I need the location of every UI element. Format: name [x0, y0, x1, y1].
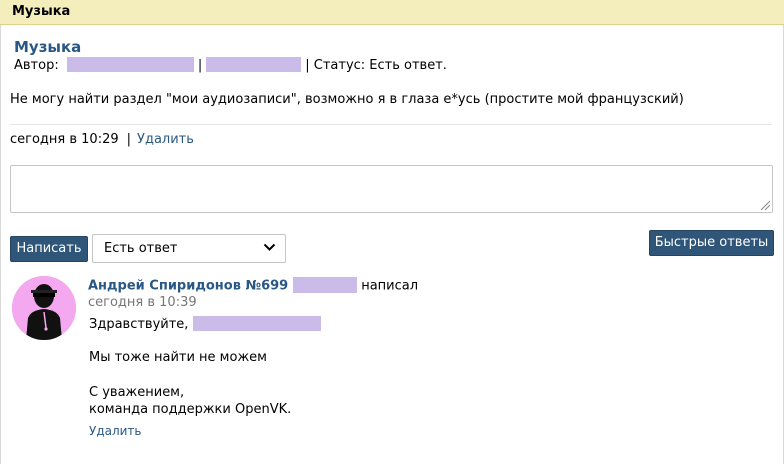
- topic-divider: [10, 124, 772, 125]
- reply-textarea[interactable]: [10, 165, 773, 213]
- answer-text-line-3: команда поддержки OpenVK.: [89, 402, 292, 417]
- submit-reply-button[interactable]: Написать: [10, 236, 88, 262]
- page-header: Музыка: [0, 0, 784, 25]
- redacted-author-id: [206, 57, 302, 72]
- answer-text-line-1: Мы тоже найти не можем: [89, 350, 267, 365]
- redacted-author-name: [66, 57, 194, 72]
- redacted-agent-tag: [293, 277, 358, 293]
- header-title: Музыка: [12, 4, 71, 19]
- delete-topic-link[interactable]: Удалить: [137, 132, 194, 147]
- meta-separator: |: [197, 58, 203, 73]
- answer-author-row: Андрей Спиридонов №699 написал: [88, 277, 419, 294]
- resize-grip-icon[interactable]: [759, 199, 771, 211]
- answer-greeting: Здравствуйте,: [89, 317, 189, 332]
- answer-greeting-row: Здравствуйте,: [89, 316, 322, 332]
- status-select-value: Есть ответ: [104, 241, 178, 256]
- topic-time-row: сегодня в 10:29 | Удалить: [10, 132, 194, 147]
- topic-time: сегодня в 10:29: [10, 132, 119, 147]
- agent-avatar-icon[interactable]: [12, 276, 76, 340]
- answer-wrote-label: написал: [361, 278, 419, 294]
- topic-title: Музыка: [14, 38, 82, 56]
- quick-answers-button[interactable]: Быстрые ответы: [649, 230, 774, 256]
- status-select[interactable]: Есть ответ: [92, 234, 286, 263]
- topic-body: Не могу найти раздел "мои аудиозаписи", …: [10, 92, 684, 107]
- author-label: Автор:: [14, 58, 59, 73]
- ticket-page: Музыка Музыка Автор: | | Статус: Есть отв…: [0, 0, 784, 464]
- redacted-recipient-name: [193, 316, 322, 331]
- delete-answer-link[interactable]: Удалить: [89, 424, 142, 438]
- avatar-figure-icon: [12, 276, 76, 340]
- topic-meta: Автор: | | Статус: Есть ответ.: [14, 57, 447, 73]
- answer-text-line-2: С уважением,: [89, 385, 185, 400]
- status-label: | Статус: Есть ответ.: [305, 58, 447, 73]
- chevron-down-icon: [263, 243, 276, 251]
- answer-author-name[interactable]: Андрей Спиридонов №699: [88, 279, 288, 294]
- answer-time: сегодня в 10:39: [88, 295, 197, 310]
- time-separator: |: [126, 132, 132, 147]
